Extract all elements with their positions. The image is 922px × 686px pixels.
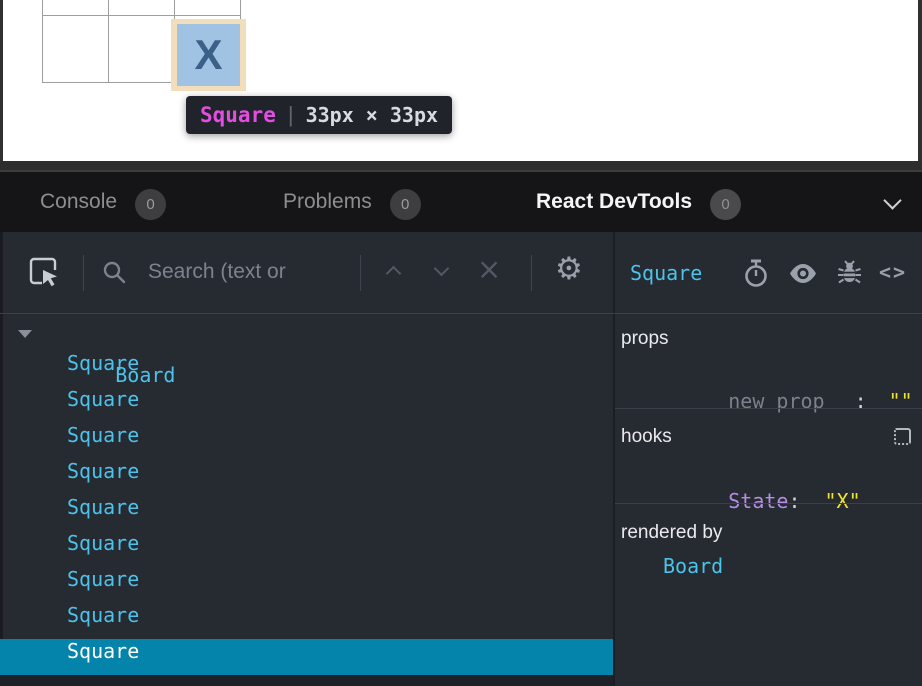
tree-label: Square <box>0 531 139 555</box>
search-input[interactable]: Search (text or <box>148 260 286 284</box>
toolbar-divider-3 <box>531 255 532 291</box>
tab-console[interactable]: Console 0 <box>40 172 166 232</box>
tree-row-square-4[interactable]: Square <box>0 459 613 495</box>
section-divider-1 <box>615 408 922 409</box>
tab-react-devtools-badge: 0 <box>710 189 741 220</box>
tree-label: Square <box>0 603 139 627</box>
tree-row-square-5[interactable]: Square <box>0 495 613 531</box>
tree-row-square-9-selected[interactable]: Square <box>0 639 613 675</box>
search-icon <box>102 260 127 285</box>
rendered-by-owner-link[interactable]: Board <box>663 554 723 578</box>
inspect-element-icon[interactable] <box>29 257 59 289</box>
view-source-icon[interactable]: <> <box>879 260 907 284</box>
new-prop-key-input[interactable]: new prop <box>728 389 824 413</box>
viewport-right-edge <box>918 0 922 161</box>
selected-component-name: Square <box>630 261 702 285</box>
profiler-timer-icon[interactable] <box>742 258 770 288</box>
toolbar-divider-1 <box>83 255 84 291</box>
search-prev-icon[interactable] <box>386 266 402 282</box>
tree-row-board[interactable]: Board <box>0 315 613 351</box>
square-value: X <box>194 31 222 79</box>
state-hook-value[interactable]: "X" <box>825 489 861 513</box>
board-gridline-v2 <box>108 0 109 83</box>
tree-label: Square <box>0 351 139 375</box>
tree-label: Square <box>0 495 139 519</box>
parse-hook-names-icon[interactable] <box>894 428 911 445</box>
viewport-left-edge <box>0 0 3 161</box>
devtools-tabbar: Console 0 Problems 0 React DevTools 0 <box>0 172 922 232</box>
tree-label: Square <box>0 459 139 483</box>
board-square-highlighted[interactable]: X <box>177 24 240 86</box>
props-section-title: props <box>621 328 669 350</box>
hooks-section-title: hooks <box>621 426 672 448</box>
tab-problems-badge: 0 <box>390 189 421 220</box>
tooltip-dimensions: 33px × 33px <box>306 103 438 127</box>
toolbar-divider-2 <box>360 255 361 291</box>
search-clear-icon[interactable]: × <box>477 252 501 286</box>
tree-row-square-2[interactable]: Square <box>0 387 613 423</box>
gear-icon[interactable]: ⚙ <box>555 254 583 285</box>
tab-console-badge: 0 <box>135 189 166 220</box>
tree-row-square-8[interactable]: Square <box>0 603 613 639</box>
tree-label: Square <box>0 639 139 663</box>
bug-icon[interactable] <box>836 258 863 287</box>
toolbar-divider-horizontal <box>0 313 922 314</box>
tab-react-devtools-label: React DevTools <box>536 190 692 214</box>
tree-label: Square <box>0 387 139 411</box>
tree-bottom-strip <box>0 675 613 686</box>
panel-top-strip <box>0 161 922 170</box>
tooltip-component-name: Square <box>200 103 276 127</box>
eye-icon[interactable] <box>788 263 818 284</box>
devtools-window: X Square | 33px × 33px Console 0 Problem… <box>0 0 922 686</box>
board-gridline-v1 <box>42 0 43 83</box>
state-hook-key: State <box>728 489 788 513</box>
tree-row-square-6[interactable]: Square <box>0 531 613 567</box>
tree-row-square-3[interactable]: Square <box>0 423 613 459</box>
tab-problems[interactable]: Problems 0 <box>283 172 421 232</box>
tab-react-devtools[interactable]: React DevTools 0 <box>536 172 741 232</box>
tab-problems-label: Problems <box>283 190 372 214</box>
tree-label: Square <box>0 567 139 591</box>
tree-label: Square <box>0 423 139 447</box>
colon: : <box>788 489 800 513</box>
props-new-prop-row[interactable]: new prop: "" <box>656 365 913 437</box>
search-next-icon[interactable] <box>434 261 450 277</box>
tooltip-separator: | <box>288 102 294 128</box>
tab-console-label: Console <box>40 190 117 214</box>
expand-arrow-icon[interactable] <box>18 330 32 338</box>
tree-row-square-1[interactable]: Square <box>0 351 613 387</box>
rendered-by-section-title: rendered by <box>621 522 722 544</box>
react-devtools-panel: Search (text or × ⚙ Square <box>0 232 922 686</box>
colon: : <box>855 389 867 413</box>
section-divider-2 <box>615 503 922 504</box>
inspect-tooltip: Square | 33px × 33px <box>186 96 452 134</box>
new-prop-value-input[interactable]: "" <box>889 389 913 413</box>
pane-divider[interactable] <box>613 232 615 686</box>
board-gridline-h1 <box>42 15 241 16</box>
tree-row-square-7[interactable]: Square <box>0 567 613 603</box>
